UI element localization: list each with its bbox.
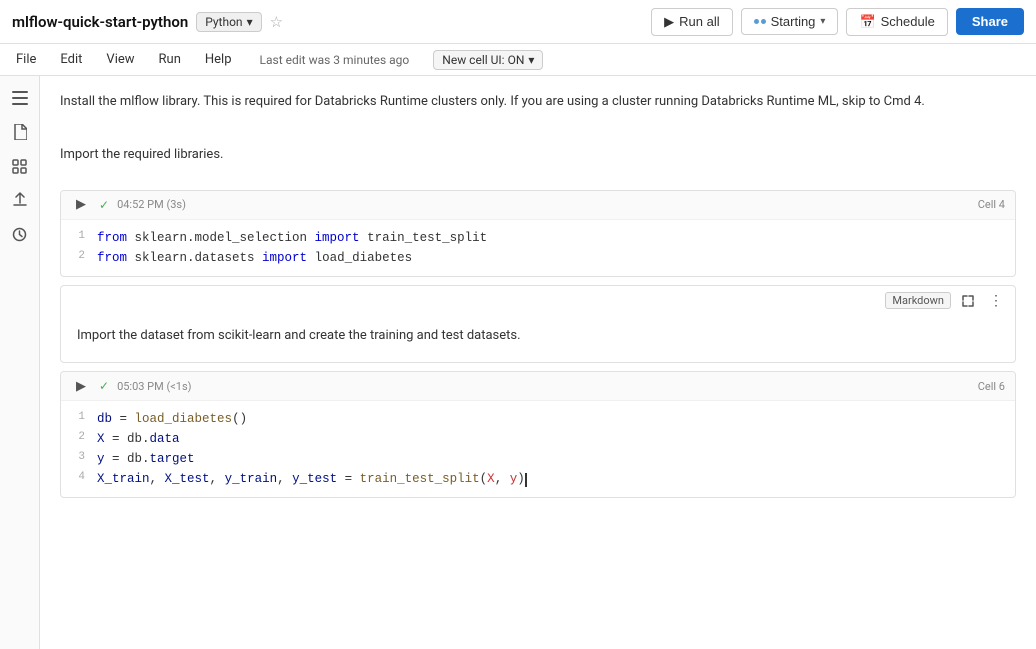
menu-view[interactable]: View (102, 52, 138, 67)
cell-4-status-icon: ✓ (99, 198, 109, 212)
cell-4-label: Cell 4 (978, 198, 1005, 211)
menu-file[interactable]: File (12, 52, 40, 67)
starting-button[interactable]: Starting ▾ (741, 8, 839, 35)
run-all-label: Run all (679, 14, 719, 29)
schedule-button[interactable]: 📅 Schedule (846, 8, 947, 36)
sidebar (0, 76, 40, 649)
code-line-3: y = db.target (97, 449, 1015, 469)
topbar-right: ▶ Run all Starting ▾ 📅 Schedule Share (651, 8, 1024, 36)
line-number: 2 (61, 429, 97, 447)
topbar: mlflow-quick-start-python Python ▾ ☆ ▶ R… (0, 0, 1036, 44)
run-all-button[interactable]: ▶ Run all (651, 8, 732, 36)
run-icon: ▶ (664, 14, 674, 30)
topbar-left: mlflow-quick-start-python Python ▾ ☆ (12, 12, 283, 32)
table-row: 1 db = load_diabetes() (61, 409, 1015, 429)
cell-4-header: ▶ ✓ 04:52 PM (3s) Cell 4 (61, 191, 1015, 220)
sidebar-item-history[interactable] (6, 220, 34, 248)
table-row: 2 from sklearn.datasets import load_diab… (61, 248, 1015, 268)
code-line-2: from sklearn.datasets import load_diabet… (97, 248, 1015, 268)
schedule-label: Schedule (881, 14, 935, 29)
cell-4-time: 04:52 PM (3s) (117, 198, 186, 211)
play-icon: ▶ (76, 197, 86, 212)
dot1 (754, 19, 759, 24)
code-line-2: X = db.data (97, 429, 1015, 449)
line-number: 1 (61, 409, 97, 427)
intro-text-2: Import the required libraries. (60, 145, 1016, 166)
code-cell-6: ▶ ✓ 05:03 PM (<1s) Cell 6 1 db = load_di… (60, 371, 1016, 498)
markdown-badge[interactable]: Markdown (885, 292, 951, 309)
sidebar-item-files[interactable] (6, 118, 34, 146)
main-layout: Install the mlflow library. This is requ… (0, 76, 1036, 649)
cell-6-time: 05:03 PM (<1s) (117, 380, 191, 393)
cell-4-run-button[interactable]: ▶ (71, 195, 91, 215)
cell-6-header: ▶ ✓ 05:03 PM (<1s) Cell 6 (61, 372, 1015, 401)
cell-6-label: Cell 6 (978, 380, 1005, 393)
line-number: 2 (61, 248, 97, 266)
code-line-4: X_train, X_test, y_train, y_test = train… (97, 469, 1015, 489)
cell-6-body[interactable]: 1 db = load_diabetes() 2 X = db.data 3 y… (61, 401, 1015, 497)
cell-6-status-icon: ✓ (99, 379, 109, 393)
intro-markdown-1: Install the mlflow library. This is requ… (60, 76, 1016, 129)
markdown-cell-box: Markdown ⋮ Import the dataset from sciki… (60, 285, 1016, 364)
menu-run[interactable]: Run (155, 52, 185, 67)
code-line-1: from sklearn.model_selection import trai… (97, 228, 1015, 248)
table-row: 3 y = db.target (61, 449, 1015, 469)
cell-4-header-left: ▶ ✓ 04:52 PM (3s) (71, 195, 186, 215)
table-row: 1 from sklearn.model_selection import tr… (61, 228, 1015, 248)
notebook-title: mlflow-quick-start-python (12, 13, 188, 31)
content-area: Install the mlflow library. This is requ… (40, 76, 1036, 649)
language-badge[interactable]: Python ▾ (196, 12, 261, 32)
new-cell-chevron-icon: ▾ (528, 53, 534, 67)
markdown-toolbar: Markdown ⋮ (61, 286, 1015, 316)
starting-label: Starting (771, 14, 816, 29)
cell-6-run-button[interactable]: ▶ (71, 376, 91, 396)
intro-text-1: Install the mlflow library. This is requ… (60, 92, 1016, 113)
menubar: File Edit View Run Help Last edit was 3 … (0, 44, 1036, 76)
sidebar-item-menu[interactable] (6, 84, 34, 112)
menu-help[interactable]: Help (201, 52, 236, 67)
table-row: 2 X = db.data (61, 429, 1015, 449)
expand-icon[interactable] (957, 290, 979, 312)
table-row: 4 X_train, X_test, y_train, y_test = tra… (61, 469, 1015, 489)
new-cell-label: New cell UI: ON (442, 53, 524, 67)
share-button[interactable]: Share (956, 8, 1024, 35)
markdown-text: Import the dataset from scikit-learn and… (61, 316, 1015, 363)
code-cell-4: ▶ ✓ 04:52 PM (3s) Cell 4 1 from sklearn.… (60, 190, 1016, 277)
play-icon: ▶ (76, 379, 86, 394)
intro-markdown-2: Import the required libraries. (60, 129, 1016, 182)
cell-4-body[interactable]: 1 from sklearn.model_selection import tr… (61, 220, 1015, 276)
calendar-icon: 📅 (859, 14, 875, 30)
dot2 (761, 19, 766, 24)
line-number: 4 (61, 469, 97, 487)
menu-edit[interactable]: Edit (56, 52, 86, 67)
starting-chevron-icon: ▾ (820, 16, 825, 27)
code-line-1: db = load_diabetes() (97, 409, 1015, 429)
line-number: 3 (61, 449, 97, 467)
starting-indicator (754, 19, 766, 24)
line-number: 1 (61, 228, 97, 246)
language-label: Python (205, 15, 242, 29)
star-icon[interactable]: ☆ (270, 13, 283, 31)
new-cell-ui-toggle[interactable]: New cell UI: ON ▾ (433, 50, 543, 70)
lang-chevron-icon: ▾ (247, 15, 253, 29)
last-edit-text: Last edit was 3 minutes ago (260, 53, 410, 67)
more-options-icon[interactable]: ⋮ (985, 290, 1007, 312)
cell-6-header-left: ▶ ✓ 05:03 PM (<1s) (71, 376, 192, 396)
sidebar-item-publish[interactable] (6, 186, 34, 214)
sidebar-item-schema[interactable] (6, 152, 34, 180)
